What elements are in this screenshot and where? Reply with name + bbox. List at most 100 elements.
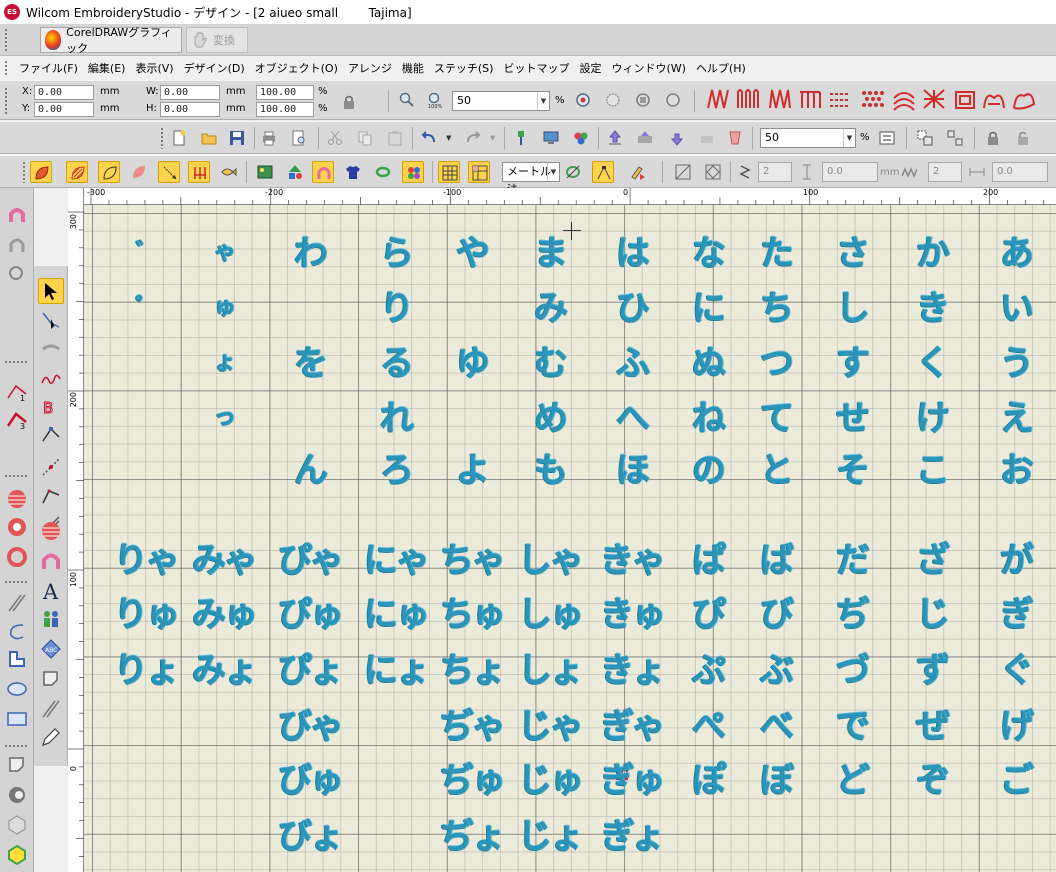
- embroidery-object-basic[interactable]: い: [1000, 281, 1034, 330]
- measure-button[interactable]: [562, 161, 584, 183]
- embroidery-object-combo[interactable]: ぢょ: [440, 809, 506, 858]
- embroidery-object-basic[interactable]: わ: [294, 226, 328, 275]
- star-fill-tool[interactable]: [4, 514, 30, 540]
- border-tool[interactable]: [38, 666, 64, 692]
- embroidery-object-combo[interactable]: ぴゃ: [278, 533, 344, 582]
- show-stitches-button[interactable]: [66, 161, 88, 183]
- menu-bitmap[interactable]: ビットマップ: [498, 60, 574, 76]
- embroidery-object-combo[interactable]: び: [760, 587, 794, 636]
- holes-tool[interactable]: [4, 782, 30, 808]
- chevron-down-icon[interactable]: ▼: [537, 92, 549, 110]
- save-button[interactable]: [226, 127, 248, 149]
- freehand-tool[interactable]: [38, 366, 64, 392]
- satin-run-tool[interactable]: [38, 482, 64, 508]
- lock-machine-button[interactable]: [696, 127, 718, 149]
- reshape-tool[interactable]: [38, 308, 64, 334]
- embroidery-object-combo[interactable]: ぴょ: [278, 643, 344, 692]
- length-button[interactable]: [796, 161, 818, 183]
- embroidery-object-combo[interactable]: きゃ: [600, 533, 666, 582]
- circle-tool[interactable]: [38, 518, 64, 544]
- chevron-down-icon[interactable]: ▼: [490, 134, 495, 142]
- fill-holes-button[interactable]: [702, 161, 724, 183]
- import-button[interactable]: [666, 127, 688, 149]
- new-button[interactable]: [168, 127, 190, 149]
- color-film-button[interactable]: [402, 161, 424, 183]
- show-connectors-button[interactable]: [158, 161, 180, 183]
- stitch-player-button[interactable]: [540, 127, 562, 149]
- embroidery-object-basic[interactable]: か: [916, 226, 950, 275]
- embroidery-object-combo[interactable]: ざ: [916, 533, 950, 582]
- knife-tool[interactable]: [38, 336, 64, 362]
- parallel-lines-tool[interactable]: [4, 590, 30, 616]
- reshape-view-button[interactable]: [592, 161, 614, 183]
- embroidery-object-basic[interactable]: え: [1000, 391, 1034, 440]
- embroidery-object-combo[interactable]: びょ: [278, 809, 344, 858]
- embroidery-object-combo[interactable]: ぎょ: [601, 809, 665, 858]
- embroidery-object-combo[interactable]: ぎゃ: [600, 699, 665, 748]
- embroidery-object-basic[interactable]: ふ: [616, 336, 650, 385]
- width-button[interactable]: [966, 161, 988, 183]
- embroidery-object-combo[interactable]: ぢ: [836, 587, 870, 636]
- group-button[interactable]: [914, 127, 936, 149]
- menu-design[interactable]: デザイン(D): [179, 60, 250, 76]
- embroidery-object-combo[interactable]: びゃ: [278, 699, 344, 748]
- zigzag-spin[interactable]: 2: [928, 162, 962, 182]
- embroidery-object-basic[interactable]: み: [534, 281, 568, 330]
- menu-view[interactable]: 表示(V): [130, 60, 178, 76]
- stitch-player-play-button[interactable]: [626, 161, 648, 183]
- embroidery-object-basic[interactable]: と: [760, 443, 794, 492]
- embroidery-object-combo[interactable]: ぎゅ: [601, 753, 666, 802]
- print-button[interactable]: [258, 127, 280, 149]
- vertical-ruler[interactable]: 300 200 100 0: [68, 188, 84, 872]
- embroidery-object-combo[interactable]: ぎ: [1000, 587, 1034, 636]
- select-tool[interactable]: [38, 278, 64, 304]
- embroidery-object-combo[interactable]: にゅ: [364, 587, 430, 636]
- input-a-tool[interactable]: [38, 422, 64, 448]
- show-rulers-button[interactable]: [468, 161, 490, 183]
- x-field[interactable]: 0.00: [34, 85, 94, 100]
- embroidery-object-basic[interactable]: ゛: [136, 234, 158, 266]
- embroidery-object-combo[interactable]: づ: [836, 643, 870, 692]
- embroidery-object-basic[interactable]: ら: [380, 226, 414, 275]
- zoom-combo[interactable]: 50 ▼: [452, 91, 550, 111]
- embroidery-object-basic[interactable]: ゜: [136, 289, 158, 321]
- embroidery-object-combo[interactable]: にゃ: [364, 533, 430, 582]
- proportional-lock-button[interactable]: [338, 91, 360, 113]
- menu-file[interactable]: ファイル(F): [14, 60, 83, 76]
- run-line-tool-3[interactable]: 3: [4, 406, 30, 432]
- show-grid-button[interactable]: [438, 161, 460, 183]
- embroidery-object-combo[interactable]: じょ: [518, 809, 584, 858]
- design-canvas[interactable]: あかさたなはまやらわゃ゛いきしちにひみりゅ゜うくすつぬふむゆるをょえけせてねへめ…: [84, 205, 1056, 872]
- embroidery-object-basic[interactable]: ね: [692, 391, 726, 440]
- unlock-object-button[interactable]: [1012, 127, 1034, 149]
- embroidery-object-basic[interactable]: む: [534, 336, 568, 385]
- embroidery-object-combo[interactable]: が: [1000, 533, 1034, 582]
- embroidery-object-basic[interactable]: て: [760, 391, 794, 440]
- digitize-b-tool[interactable]: B: [38, 394, 64, 420]
- embroidery-object-combo[interactable]: べ: [760, 699, 794, 748]
- offset-tool[interactable]: [4, 752, 30, 778]
- embroidery-object-combo[interactable]: にょ: [364, 643, 430, 692]
- embroidery-object-basic[interactable]: ん: [294, 443, 328, 492]
- toolbar-grip[interactable]: [4, 87, 8, 115]
- embroidery-object-combo[interactable]: じゃ: [518, 699, 584, 748]
- embroidery-object-basic[interactable]: あ: [1000, 226, 1034, 275]
- embroidery-object-combo[interactable]: ぴ: [692, 587, 726, 636]
- copy-button[interactable]: [354, 127, 376, 149]
- stitch-density-combo[interactable]: 50 ▼: [760, 128, 856, 148]
- show-bitmap-button[interactable]: [254, 161, 276, 183]
- menu-grip[interactable]: [4, 60, 8, 76]
- menu-arrange[interactable]: アレンジ: [343, 60, 397, 76]
- embroidery-object-basic[interactable]: く: [916, 336, 950, 385]
- toolbar-grip[interactable]: [4, 28, 8, 52]
- embroidery-object-basic[interactable]: を: [294, 336, 328, 385]
- width-spin[interactable]: 0.0: [992, 162, 1048, 182]
- cut-button[interactable]: [324, 127, 346, 149]
- embroidery-object-basic[interactable]: や: [456, 226, 490, 275]
- radial-fill-icon[interactable]: [1013, 93, 1036, 110]
- embroidery-object-combo[interactable]: ぺ: [692, 699, 726, 748]
- embroidery-object-basic[interactable]: な: [692, 226, 726, 275]
- embroidery-object-combo[interactable]: びゅ: [278, 753, 344, 802]
- arc-tool[interactable]: [4, 618, 30, 644]
- embroidery-object-combo[interactable]: ぼ: [760, 753, 794, 802]
